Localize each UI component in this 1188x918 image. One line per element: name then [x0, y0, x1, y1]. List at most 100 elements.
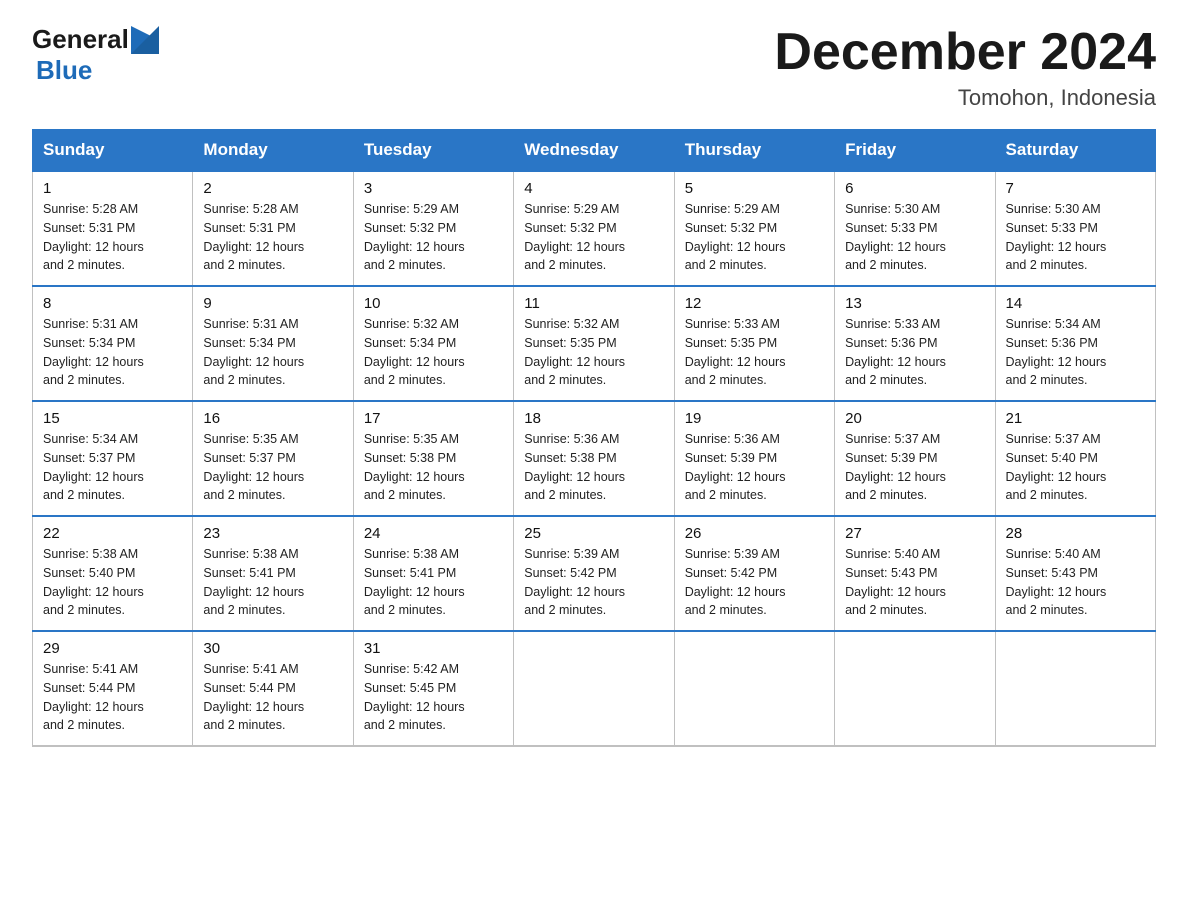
day-number: 6	[845, 180, 984, 197]
day-number: 16	[203, 410, 342, 427]
weekday-header-monday: Monday	[193, 130, 353, 172]
calendar-day-cell: 23 Sunrise: 5:38 AM Sunset: 5:41 PM Dayl…	[193, 516, 353, 631]
day-number: 1	[43, 180, 182, 197]
calendar-table: SundayMondayTuesdayWednesdayThursdayFrid…	[32, 129, 1156, 747]
day-info: Sunrise: 5:34 AM Sunset: 5:37 PM Dayligh…	[43, 430, 182, 505]
day-info: Sunrise: 5:41 AM Sunset: 5:44 PM Dayligh…	[203, 660, 342, 735]
logo: General Blue	[32, 24, 159, 86]
day-info: Sunrise: 5:33 AM Sunset: 5:35 PM Dayligh…	[685, 315, 824, 390]
calendar-day-cell: 13 Sunrise: 5:33 AM Sunset: 5:36 PM Dayl…	[835, 286, 995, 401]
day-info: Sunrise: 5:29 AM Sunset: 5:32 PM Dayligh…	[364, 200, 503, 275]
calendar-day-cell: 3 Sunrise: 5:29 AM Sunset: 5:32 PM Dayli…	[353, 171, 513, 286]
calendar-day-cell: 20 Sunrise: 5:37 AM Sunset: 5:39 PM Dayl…	[835, 401, 995, 516]
calendar-day-cell: 22 Sunrise: 5:38 AM Sunset: 5:40 PM Dayl…	[33, 516, 193, 631]
calendar-day-cell: 4 Sunrise: 5:29 AM Sunset: 5:32 PM Dayli…	[514, 171, 674, 286]
calendar-subtitle: Tomohon, Indonesia	[774, 85, 1156, 111]
day-info: Sunrise: 5:28 AM Sunset: 5:31 PM Dayligh…	[43, 200, 182, 275]
day-number: 21	[1006, 410, 1145, 427]
calendar-day-cell: 18 Sunrise: 5:36 AM Sunset: 5:38 PM Dayl…	[514, 401, 674, 516]
day-info: Sunrise: 5:33 AM Sunset: 5:36 PM Dayligh…	[845, 315, 984, 390]
calendar-week-row: 15 Sunrise: 5:34 AM Sunset: 5:37 PM Dayl…	[33, 401, 1156, 516]
day-info: Sunrise: 5:34 AM Sunset: 5:36 PM Dayligh…	[1006, 315, 1145, 390]
day-info: Sunrise: 5:30 AM Sunset: 5:33 PM Dayligh…	[1006, 200, 1145, 275]
day-number: 23	[203, 525, 342, 542]
day-number: 11	[524, 295, 663, 312]
calendar-day-cell: 28 Sunrise: 5:40 AM Sunset: 5:43 PM Dayl…	[995, 516, 1155, 631]
calendar-day-cell: 10 Sunrise: 5:32 AM Sunset: 5:34 PM Dayl…	[353, 286, 513, 401]
calendar-day-cell: 19 Sunrise: 5:36 AM Sunset: 5:39 PM Dayl…	[674, 401, 834, 516]
calendar-day-cell: 6 Sunrise: 5:30 AM Sunset: 5:33 PM Dayli…	[835, 171, 995, 286]
calendar-day-cell: 12 Sunrise: 5:33 AM Sunset: 5:35 PM Dayl…	[674, 286, 834, 401]
day-info: Sunrise: 5:28 AM Sunset: 5:31 PM Dayligh…	[203, 200, 342, 275]
day-info: Sunrise: 5:29 AM Sunset: 5:32 PM Dayligh…	[685, 200, 824, 275]
day-number: 31	[364, 640, 503, 657]
day-number: 26	[685, 525, 824, 542]
day-number: 24	[364, 525, 503, 542]
day-number: 20	[845, 410, 984, 427]
calendar-day-cell: 25 Sunrise: 5:39 AM Sunset: 5:42 PM Dayl…	[514, 516, 674, 631]
day-info: Sunrise: 5:40 AM Sunset: 5:43 PM Dayligh…	[845, 545, 984, 620]
logo-icon	[131, 26, 159, 54]
day-number: 27	[845, 525, 984, 542]
day-info: Sunrise: 5:31 AM Sunset: 5:34 PM Dayligh…	[43, 315, 182, 390]
day-info: Sunrise: 5:32 AM Sunset: 5:35 PM Dayligh…	[524, 315, 663, 390]
day-info: Sunrise: 5:29 AM Sunset: 5:32 PM Dayligh…	[524, 200, 663, 275]
logo-general-text: General	[32, 24, 129, 55]
day-info: Sunrise: 5:36 AM Sunset: 5:39 PM Dayligh…	[685, 430, 824, 505]
day-info: Sunrise: 5:35 AM Sunset: 5:37 PM Dayligh…	[203, 430, 342, 505]
calendar-day-cell: 5 Sunrise: 5:29 AM Sunset: 5:32 PM Dayli…	[674, 171, 834, 286]
calendar-day-cell: 27 Sunrise: 5:40 AM Sunset: 5:43 PM Dayl…	[835, 516, 995, 631]
calendar-day-cell: 7 Sunrise: 5:30 AM Sunset: 5:33 PM Dayli…	[995, 171, 1155, 286]
calendar-day-cell: 21 Sunrise: 5:37 AM Sunset: 5:40 PM Dayl…	[995, 401, 1155, 516]
calendar-week-row: 1 Sunrise: 5:28 AM Sunset: 5:31 PM Dayli…	[33, 171, 1156, 286]
day-number: 18	[524, 410, 663, 427]
day-number: 4	[524, 180, 663, 197]
weekday-header-thursday: Thursday	[674, 130, 834, 172]
day-info: Sunrise: 5:42 AM Sunset: 5:45 PM Dayligh…	[364, 660, 503, 735]
calendar-week-row: 8 Sunrise: 5:31 AM Sunset: 5:34 PM Dayli…	[33, 286, 1156, 401]
day-number: 10	[364, 295, 503, 312]
weekday-header-wednesday: Wednesday	[514, 130, 674, 172]
day-number: 28	[1006, 525, 1145, 542]
day-number: 14	[1006, 295, 1145, 312]
calendar-title: December 2024	[774, 24, 1156, 81]
day-number: 12	[685, 295, 824, 312]
weekday-header-friday: Friday	[835, 130, 995, 172]
calendar-day-cell: 17 Sunrise: 5:35 AM Sunset: 5:38 PM Dayl…	[353, 401, 513, 516]
day-number: 17	[364, 410, 503, 427]
day-number: 30	[203, 640, 342, 657]
day-number: 2	[203, 180, 342, 197]
day-info: Sunrise: 5:30 AM Sunset: 5:33 PM Dayligh…	[845, 200, 984, 275]
day-number: 5	[685, 180, 824, 197]
day-info: Sunrise: 5:35 AM Sunset: 5:38 PM Dayligh…	[364, 430, 503, 505]
calendar-day-cell	[674, 631, 834, 746]
page-header: General Blue December 2024 Tomohon, Indo…	[32, 24, 1156, 111]
calendar-day-cell: 8 Sunrise: 5:31 AM Sunset: 5:34 PM Dayli…	[33, 286, 193, 401]
day-number: 13	[845, 295, 984, 312]
calendar-day-cell: 9 Sunrise: 5:31 AM Sunset: 5:34 PM Dayli…	[193, 286, 353, 401]
day-info: Sunrise: 5:38 AM Sunset: 5:40 PM Dayligh…	[43, 545, 182, 620]
day-info: Sunrise: 5:38 AM Sunset: 5:41 PM Dayligh…	[203, 545, 342, 620]
calendar-day-cell	[514, 631, 674, 746]
day-info: Sunrise: 5:31 AM Sunset: 5:34 PM Dayligh…	[203, 315, 342, 390]
day-info: Sunrise: 5:39 AM Sunset: 5:42 PM Dayligh…	[685, 545, 824, 620]
calendar-week-row: 29 Sunrise: 5:41 AM Sunset: 5:44 PM Dayl…	[33, 631, 1156, 746]
day-number: 15	[43, 410, 182, 427]
weekday-header-row: SundayMondayTuesdayWednesdayThursdayFrid…	[33, 130, 1156, 172]
day-info: Sunrise: 5:39 AM Sunset: 5:42 PM Dayligh…	[524, 545, 663, 620]
day-number: 8	[43, 295, 182, 312]
day-number: 19	[685, 410, 824, 427]
day-number: 25	[524, 525, 663, 542]
calendar-day-cell: 16 Sunrise: 5:35 AM Sunset: 5:37 PM Dayl…	[193, 401, 353, 516]
calendar-day-cell: 24 Sunrise: 5:38 AM Sunset: 5:41 PM Dayl…	[353, 516, 513, 631]
day-number: 9	[203, 295, 342, 312]
day-number: 3	[364, 180, 503, 197]
calendar-day-cell: 1 Sunrise: 5:28 AM Sunset: 5:31 PM Dayli…	[33, 171, 193, 286]
calendar-day-cell	[995, 631, 1155, 746]
day-info: Sunrise: 5:32 AM Sunset: 5:34 PM Dayligh…	[364, 315, 503, 390]
weekday-header-sunday: Sunday	[33, 130, 193, 172]
calendar-day-cell: 11 Sunrise: 5:32 AM Sunset: 5:35 PM Dayl…	[514, 286, 674, 401]
day-info: Sunrise: 5:40 AM Sunset: 5:43 PM Dayligh…	[1006, 545, 1145, 620]
calendar-day-cell: 31 Sunrise: 5:42 AM Sunset: 5:45 PM Dayl…	[353, 631, 513, 746]
logo-blue-text: Blue	[36, 55, 92, 86]
